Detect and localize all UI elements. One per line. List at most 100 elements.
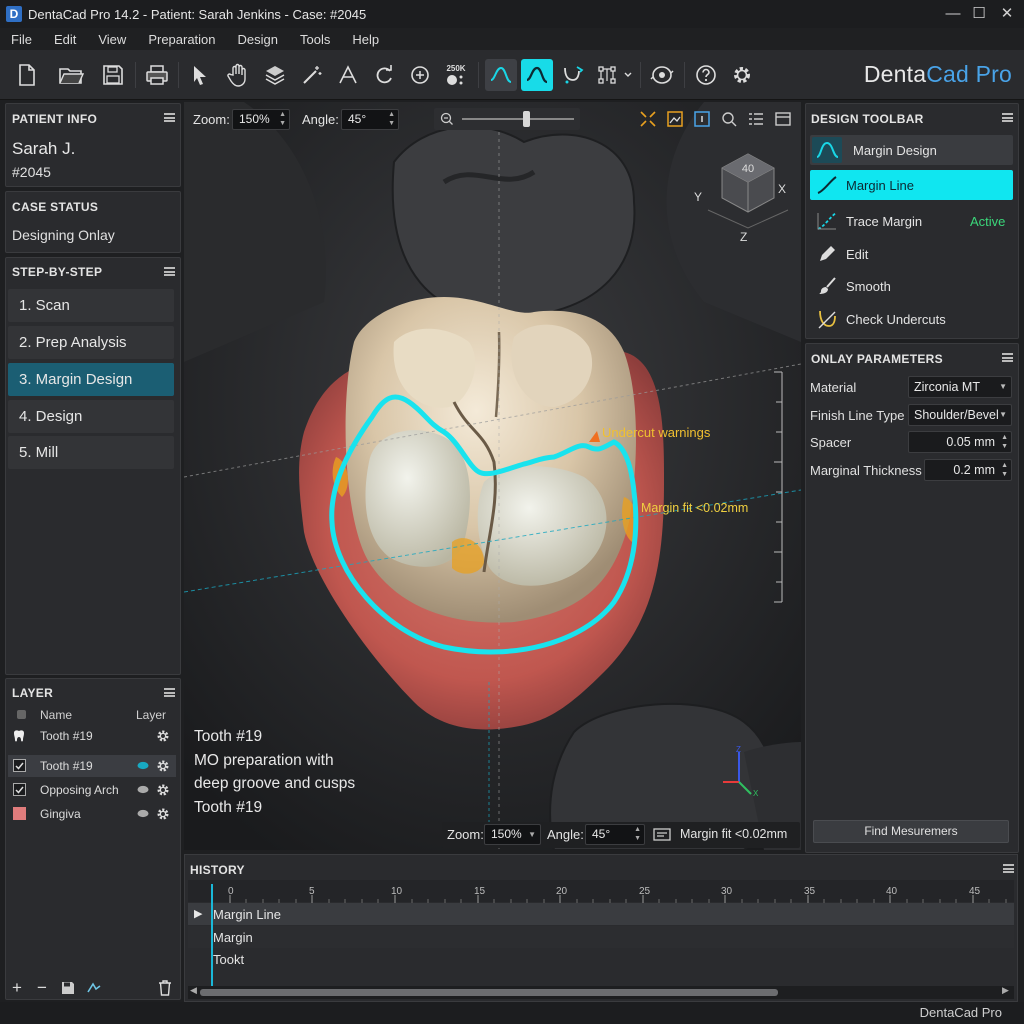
panel-menu-icon[interactable] [1003, 864, 1014, 873]
tool-margin-line[interactable]: Margin Line [810, 170, 1013, 200]
step-design[interactable]: 4. Design [8, 400, 174, 433]
timeline-playhead[interactable] [211, 884, 213, 986]
gear-icon[interactable] [156, 729, 170, 743]
settings-gear-icon[interactable] [726, 59, 758, 91]
menu-design[interactable]: Design [227, 32, 289, 47]
bottom-angle-field[interactable]: 45° ▲ ▼ [585, 824, 645, 845]
zoom-slider-track[interactable] [462, 118, 574, 120]
menu-tools[interactable]: Tools [289, 32, 341, 47]
pan-hand-icon[interactable] [222, 59, 254, 91]
panel-menu-icon[interactable] [164, 688, 175, 697]
eye-icon[interactable] [137, 785, 149, 794]
spacer-spinner[interactable]: 0.05 mm ▲ ▼ [908, 431, 1012, 453]
panel-menu-icon[interactable] [164, 267, 175, 276]
param-material-label: Material [810, 380, 857, 395]
measure-angle-icon[interactable] [332, 59, 364, 91]
gear-icon[interactable] [156, 759, 170, 773]
panel-menu-icon[interactable] [1002, 113, 1013, 122]
menu-view[interactable]: View [87, 32, 137, 47]
layer-checkbox[interactable] [13, 783, 26, 796]
zoom-out-icon[interactable] [440, 112, 454, 126]
layers-icon[interactable] [259, 59, 291, 91]
eye-icon[interactable] [137, 809, 149, 818]
panel-toggle-icon[interactable] [774, 110, 792, 128]
view-orbit-icon[interactable] [646, 59, 678, 91]
margin-line-tool-icon[interactable] [521, 59, 553, 91]
eye-icon[interactable] [137, 761, 149, 770]
remove-layer-icon[interactable]: − [37, 978, 47, 998]
menu-edit[interactable]: Edit [43, 32, 87, 47]
step-margin-design[interactable]: 3. Margin Design [8, 363, 174, 396]
magnifier-icon[interactable] [720, 110, 738, 128]
layer-row[interactable]: Tooth #19 [8, 725, 176, 747]
play-icon[interactable]: ▶ [194, 907, 202, 920]
section-view-icon[interactable] [666, 110, 684, 128]
tool-check-undercuts[interactable]: Check Undercuts [810, 304, 1013, 334]
add-layer-icon[interactable]: + [12, 978, 22, 998]
layer-color-swatch[interactable] [13, 807, 26, 820]
menu-file[interactable]: File [0, 32, 43, 47]
history-row[interactable]: Margin [188, 926, 1014, 948]
3d-viewport[interactable]: Zoom: 150% ▲ ▼ Angle: 45° ▲ ▼ 40 Y X Z U… [184, 102, 801, 850]
point-count-icon[interactable]: 250K [440, 59, 472, 91]
history-row[interactable]: ▶ Margin Line [188, 903, 1014, 925]
open-folder-icon[interactable] [55, 59, 87, 91]
layer-row[interactable]: Opposing Arch [8, 779, 176, 801]
trace-margin-status: Active [970, 214, 1006, 229]
case-status-value: Designing Onlay [12, 227, 115, 243]
tool-margin-design[interactable]: Margin Design [810, 135, 1013, 165]
tool-smooth[interactable]: Smooth [810, 271, 1013, 301]
trash-icon[interactable] [158, 980, 172, 996]
zoom-slider-thumb[interactable] [522, 111, 530, 127]
rotate-icon[interactable] [368, 59, 400, 91]
new-file-icon[interactable] [11, 59, 43, 91]
panel-menu-icon[interactable] [164, 113, 175, 122]
layer-actions: + − [8, 978, 180, 998]
scroll-left-icon[interactable]: ◀ [190, 985, 197, 996]
menu-help[interactable]: Help [341, 32, 390, 47]
select-arrow-icon[interactable] [184, 59, 216, 91]
help-icon[interactable] [690, 59, 722, 91]
step-prep-analysis[interactable]: 2. Prep Analysis [8, 326, 174, 359]
menu-preparation[interactable]: Preparation [137, 32, 226, 47]
zoom-icon[interactable] [404, 59, 436, 91]
margin-tool-icon[interactable] [485, 59, 517, 91]
print-icon[interactable] [141, 59, 173, 91]
step-mill[interactable]: 5. Mill [8, 436, 174, 469]
view-cube[interactable]: 40 Y X Z [694, 144, 794, 244]
checklist-icon[interactable] [747, 110, 765, 128]
marginal-thickness-spinner[interactable]: 0.2 mm ▲ ▼ [924, 459, 1012, 481]
layer-row[interactable]: Tooth #19 [8, 755, 176, 777]
fit-view-icon[interactable] [639, 110, 657, 128]
select-all-checkbox[interactable] [17, 710, 26, 719]
close-button[interactable]: ✕ [990, 0, 1024, 28]
undercut-tool-icon[interactable] [557, 59, 589, 91]
bottom-zoom-dropdown[interactable]: 150% ▼ [484, 824, 541, 845]
step-scan[interactable]: 1. Scan [8, 289, 174, 322]
history-row[interactable]: Tookt [188, 948, 1014, 970]
panel-menu-icon[interactable] [1002, 353, 1013, 362]
info-view-icon[interactable] [693, 110, 711, 128]
angle-field[interactable]: 45° ▲ ▼ [341, 109, 399, 130]
gear-icon[interactable] [156, 783, 170, 797]
axis-y-label: Y [694, 190, 703, 204]
gear-icon[interactable] [156, 807, 170, 821]
node-edit-icon[interactable] [595, 59, 635, 91]
pencil-icon [820, 246, 835, 261]
finish-line-dropdown[interactable]: Shoulder/Bevel ▼ [908, 404, 1012, 426]
layer-row[interactable]: Gingiva [8, 803, 176, 825]
layer-checkbox[interactable] [13, 759, 26, 772]
tool-edit[interactable]: Edit [810, 239, 1013, 269]
zoom-field[interactable]: 150% ▲ ▼ [232, 109, 290, 130]
material-dropdown[interactable]: Zirconia MT ▼ [908, 376, 1012, 398]
history-scrollbar[interactable]: ◀ ▶ [188, 985, 1014, 999]
magic-wand-icon[interactable] [296, 59, 328, 91]
measure-tool-icon[interactable] [653, 826, 671, 842]
save-icon[interactable] [97, 59, 129, 91]
scroll-right-icon[interactable]: ▶ [1002, 985, 1009, 996]
merge-layer-icon[interactable] [86, 981, 102, 995]
tool-trace-margin[interactable]: Trace Margin Active [810, 206, 1013, 236]
save-layer-icon[interactable] [61, 981, 75, 995]
history-scrollbar-thumb[interactable] [200, 989, 778, 996]
find-measurements-button[interactable]: Find Mesuremers [813, 820, 1009, 843]
